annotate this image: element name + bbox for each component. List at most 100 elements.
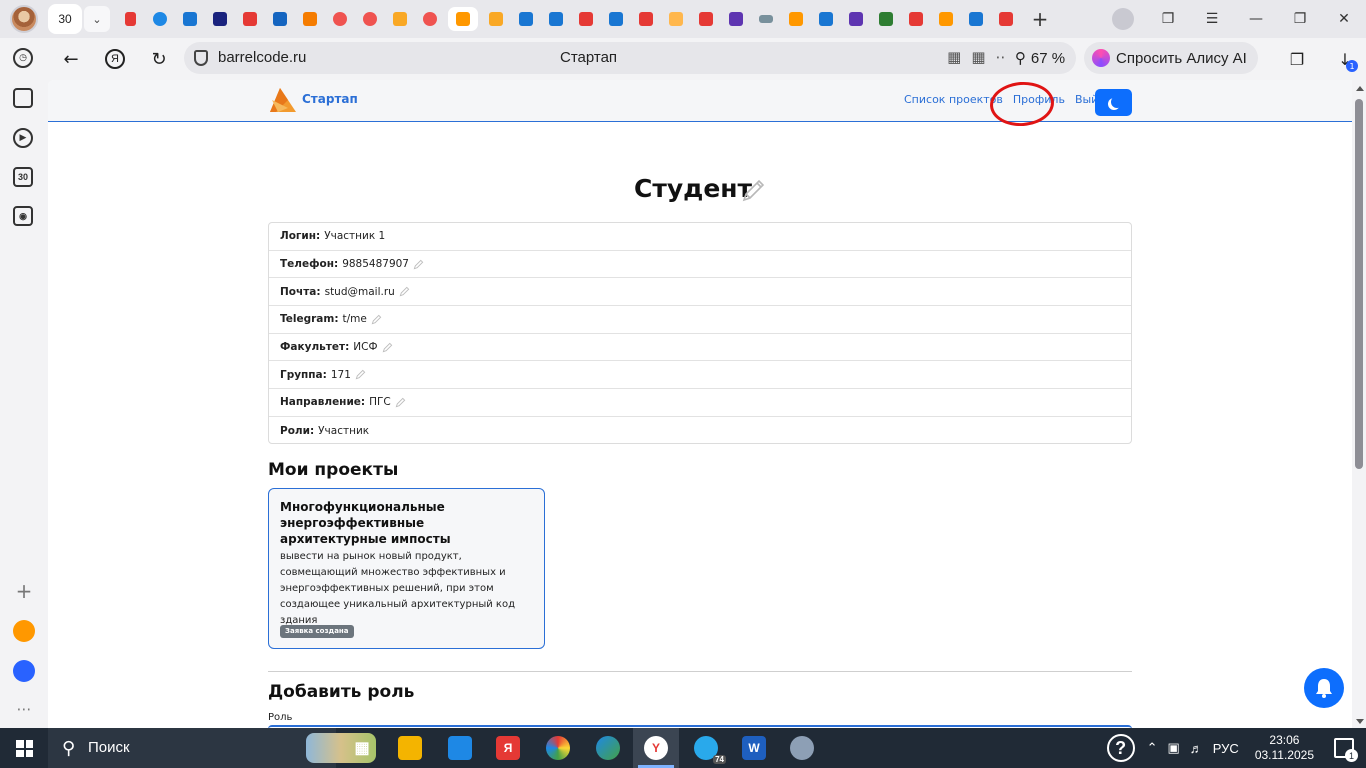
edit-pencil-icon[interactable]: [399, 286, 410, 297]
back-icon[interactable]: ←: [56, 44, 86, 74]
active-app-slot[interactable]: Y: [633, 728, 679, 768]
edit-pencil-icon[interactable]: [371, 314, 382, 325]
tab-current-site[interactable]: [448, 7, 478, 31]
chevron-up-icon[interactable]: ⌃: [1147, 740, 1158, 756]
tab-yandex[interactable]: [328, 7, 352, 31]
edit-pencil-icon[interactable]: [395, 397, 406, 408]
tab-image[interactable]: [388, 7, 412, 31]
tab-green[interactable]: [874, 7, 898, 31]
tab-home[interactable]: [208, 7, 232, 31]
project-card[interactable]: Многофункциональные энергоэффективные ар…: [268, 488, 545, 649]
taskbar-search[interactable]: ⚲ Поиск: [48, 728, 376, 768]
zoom-button[interactable]: ⚲ 67 %: [1004, 42, 1076, 74]
clock[interactable]: 23:06 03.11.2025: [1255, 733, 1314, 763]
tab-red[interactable]: [238, 7, 262, 31]
telegram-icon[interactable]: 74: [694, 736, 726, 764]
translate-icon[interactable]: ▦: [947, 48, 961, 66]
restore-icon[interactable]: ❐: [1278, 0, 1322, 38]
tab-image[interactable]: [484, 7, 508, 31]
play-icon[interactable]: ▶: [13, 128, 33, 148]
tab-red[interactable]: [694, 7, 718, 31]
yandex-icon[interactable]: Я: [100, 44, 130, 74]
chrome-icon[interactable]: [546, 736, 570, 760]
tab-edge[interactable]: [148, 7, 172, 31]
screenshot-icon[interactable]: ◉: [13, 206, 33, 226]
logo-text[interactable]: Стартап: [302, 92, 358, 106]
extensions-icon[interactable]: ❐: [1282, 44, 1312, 74]
windows-taskbar: ⚲ Поиск ▦ Я Y 74 W ? ⌃ ▣ ♬ РУС 23:06 03.…: [0, 728, 1366, 768]
task-view-icon[interactable]: ▦: [350, 736, 374, 760]
edit-pencil-icon[interactable]: [382, 342, 393, 353]
tab-doc[interactable]: [814, 7, 838, 31]
profile-field-label: Логин:: [280, 230, 321, 243]
edit-title-icon[interactable]: [740, 178, 766, 204]
history-icon[interactable]: ◷: [13, 48, 33, 68]
menu-icon[interactable]: ☰: [1190, 0, 1234, 38]
theme-toggle-button[interactable]: [1095, 89, 1132, 116]
tab-red[interactable]: [634, 7, 658, 31]
tab-pdf[interactable]: [118, 7, 142, 31]
logo-icon[interactable]: [268, 86, 298, 114]
scroll-thumb[interactable]: [1355, 99, 1363, 469]
store-icon[interactable]: [448, 736, 472, 760]
chevron-down-icon[interactable]: ⌄: [84, 6, 110, 32]
tab-red[interactable]: [574, 7, 598, 31]
close-icon[interactable]: ✕: [1322, 0, 1366, 38]
yandex-browser-icon[interactable]: Я: [496, 736, 520, 760]
tab-yandex[interactable]: [358, 7, 382, 31]
language-indicator[interactable]: РУС: [1213, 741, 1239, 756]
tab-doc[interactable]: [178, 7, 202, 31]
tab-red[interactable]: [904, 7, 928, 31]
tab-doc[interactable]: [514, 7, 538, 31]
tab-active[interactable]: 30: [48, 4, 82, 34]
paint-icon[interactable]: [790, 736, 814, 760]
mail-icon[interactable]: [13, 620, 35, 642]
scroll-down-icon[interactable]: [1356, 719, 1364, 724]
camera-icon[interactable]: ▣: [1167, 740, 1179, 756]
tab-doc[interactable]: [964, 7, 988, 31]
add-panel-icon[interactable]: +: [13, 579, 35, 603]
explorer-icon[interactable]: [398, 736, 422, 760]
edit-pencil-icon[interactable]: [413, 259, 424, 270]
tab-glasses[interactable]: [754, 7, 778, 31]
scroll-up-icon[interactable]: [1356, 86, 1364, 91]
tab-doc[interactable]: [544, 7, 568, 31]
collections-icon[interactable]: [13, 88, 33, 108]
edge-icon[interactable]: [596, 736, 620, 760]
profile-field-value: ИСФ: [353, 341, 378, 354]
tab-purple[interactable]: [844, 7, 868, 31]
tab-yandex[interactable]: [418, 7, 442, 31]
nav-projects-link[interactable]: Список проектов: [904, 93, 1003, 106]
reload-icon[interactable]: ↻: [144, 44, 174, 74]
translate-icon[interactable]: ▦: [971, 48, 985, 66]
notifications-button[interactable]: [1304, 668, 1344, 708]
notes-icon[interactable]: [13, 660, 35, 682]
help-icon[interactable]: ?: [1106, 734, 1135, 762]
tab-orange[interactable]: [298, 7, 322, 31]
tab-mail-ru[interactable]: [784, 7, 808, 31]
windows-start-icon[interactable]: [16, 740, 33, 757]
more-icon[interactable]: ⋯: [13, 698, 35, 720]
volume-icon[interactable]: ♬: [1190, 741, 1203, 756]
ask-alice-button[interactable]: Спросить Алису AI: [1084, 42, 1258, 74]
minimize-icon[interactable]: —: [1234, 0, 1278, 38]
notification-center-icon[interactable]: 1: [1334, 738, 1358, 762]
word-icon[interactable]: W: [742, 736, 766, 760]
edit-pencil-icon[interactable]: [355, 369, 366, 380]
search-icon: ⚲: [62, 738, 76, 759]
address-bar[interactable]: barrelcode.ru Стартап ▦ ▦ ⋯ ☐: [184, 42, 1046, 74]
tab-red[interactable]: [994, 7, 1018, 31]
tab-orange[interactable]: [664, 7, 688, 31]
tab-mail-ru[interactable]: [934, 7, 958, 31]
new-tab-icon[interactable]: +: [1028, 7, 1052, 31]
bookmarks-icon[interactable]: ❐: [1146, 0, 1190, 38]
page-scrollbar[interactable]: [1352, 80, 1366, 728]
tab-purple[interactable]: [724, 7, 748, 31]
browser-profile-avatar[interactable]: [10, 5, 38, 33]
user-icon[interactable]: [1112, 8, 1134, 30]
downloads-icon[interactable]: ↓ 1: [1330, 44, 1360, 74]
tab-doc[interactable]: [604, 7, 628, 31]
shield-icon[interactable]: [194, 50, 208, 66]
calendar-icon[interactable]: 30: [13, 167, 33, 187]
tab-mail[interactable]: [268, 7, 292, 31]
